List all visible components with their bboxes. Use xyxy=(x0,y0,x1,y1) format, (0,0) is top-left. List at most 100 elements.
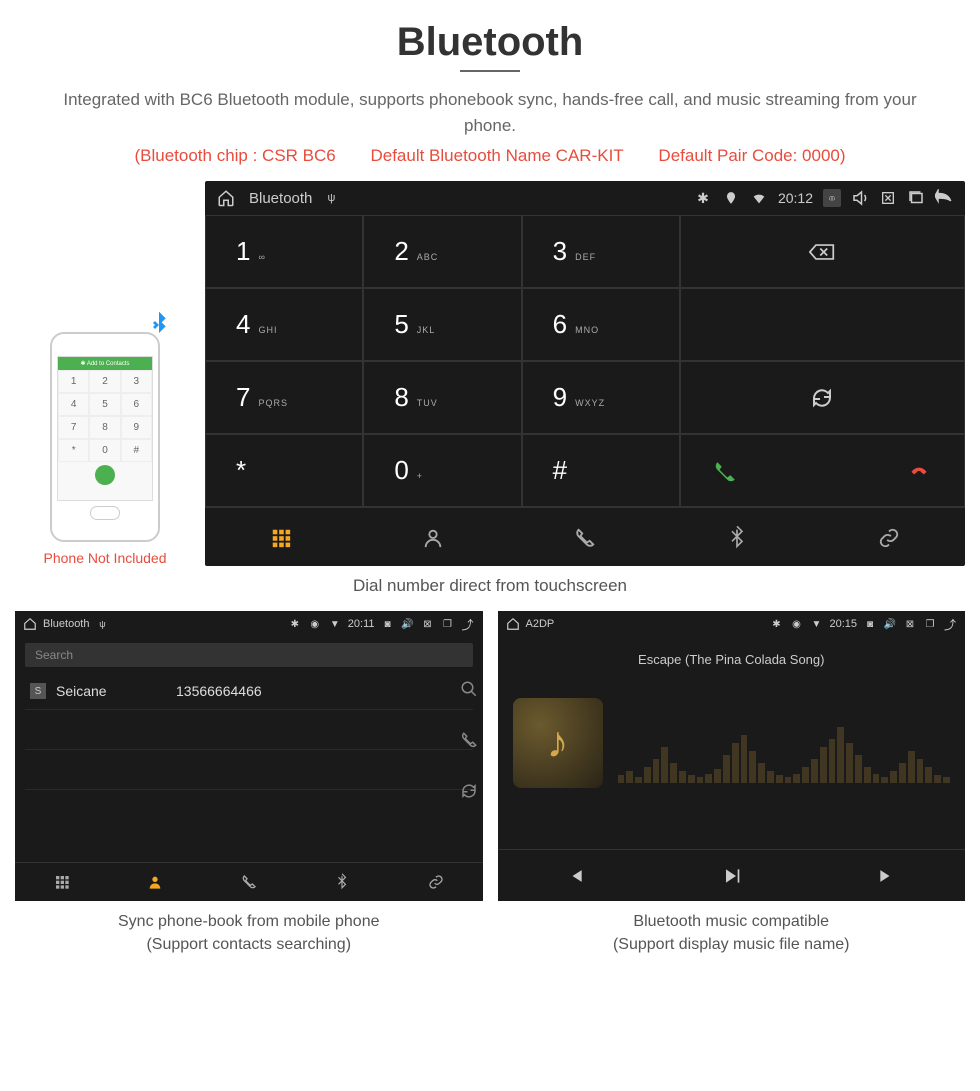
volume-icon[interactable]: 🔊 xyxy=(883,617,897,631)
contacts-bottom-tabs xyxy=(15,862,483,901)
phone-key: 1 xyxy=(58,370,89,393)
contact-list-item[interactable]: S Seicane 13566664466 xyxy=(25,673,473,710)
phone-key: 3 xyxy=(121,370,152,393)
music-caption: Bluetooth music compatible (Support disp… xyxy=(498,901,966,961)
phone-home-button xyxy=(90,506,120,520)
dialer-key-#[interactable]: # xyxy=(522,434,680,507)
windows-icon[interactable]: ❐ xyxy=(923,617,937,631)
contact-badge: S xyxy=(30,683,46,699)
sync-icon[interactable] xyxy=(460,780,478,801)
windows-icon[interactable]: ❐ xyxy=(441,617,455,631)
location-icon: ◉ xyxy=(789,617,803,631)
dialer-key-0[interactable]: 0+ xyxy=(363,434,521,507)
phone-key: 2 xyxy=(89,370,120,393)
camera-icon[interactable]: ◙ xyxy=(381,617,395,631)
dialer-key-3[interactable]: 3DEF xyxy=(522,215,680,288)
dialer-bottom-tabs xyxy=(205,507,965,566)
camera-icon[interactable]: ◙ xyxy=(863,617,877,631)
close-icon[interactable]: ⊠ xyxy=(903,617,917,631)
phone-mockup: ✱ Add to Contacts 123456789*0# xyxy=(50,332,160,542)
search-icon[interactable] xyxy=(460,678,478,699)
tab-keypad[interactable] xyxy=(15,863,109,901)
backspace-button[interactable] xyxy=(680,215,965,288)
windows-icon[interactable] xyxy=(907,189,925,207)
redial-button[interactable] xyxy=(680,361,965,434)
dialer-key-8[interactable]: 8TUV xyxy=(363,361,521,434)
statusbar-time: 20:11 xyxy=(348,618,375,630)
prev-button[interactable] xyxy=(498,850,654,901)
camera-icon[interactable] xyxy=(823,189,841,207)
dialer-key-6[interactable]: 6MNO xyxy=(522,288,680,361)
tab-keypad[interactable] xyxy=(205,508,357,566)
dialer-key-1[interactable]: 1∞ xyxy=(205,215,363,288)
phone-key: 5 xyxy=(89,393,120,416)
dialer-key-5[interactable]: 5JKL xyxy=(363,288,521,361)
contacts-statusbar: Bluetooth ψ ✱ ◉ ▼ 20:11 ◙ 🔊 ⊠ ❐ ⤴ xyxy=(15,611,483,637)
wifi-icon: ▼ xyxy=(809,617,823,631)
contact-list-item xyxy=(25,710,473,750)
dialer-screen: Bluetooth ψ ✱ 20:12 1∞2ABC3DEF4GHI5JKL6M… xyxy=(205,181,965,566)
album-art-icon: ♪ xyxy=(513,698,603,788)
empty-cell xyxy=(680,288,965,361)
close-icon[interactable]: ⊠ xyxy=(421,617,435,631)
phone-key: # xyxy=(121,439,152,462)
specs-row: (Bluetooth chip : CSR BC6 Default Blueto… xyxy=(0,138,980,181)
phone-caption: Phone Not Included xyxy=(15,550,195,566)
tab-pair[interactable] xyxy=(389,863,483,901)
spec-code: Default Pair Code: 0000) xyxy=(658,146,845,165)
call-button[interactable] xyxy=(712,455,738,487)
dialer-key-7[interactable]: 7PQRS xyxy=(205,361,363,434)
music-screen: A2DP ✱ ◉ ▼ 20:15 ◙ 🔊 ⊠ ❐ ⤴ Escape (The P… xyxy=(498,611,966,901)
dialer-key-4[interactable]: 4GHI xyxy=(205,288,363,361)
music-statusbar: A2DP ✱ ◉ ▼ 20:15 ◙ 🔊 ⊠ ❐ ⤴ xyxy=(498,611,966,637)
home-icon[interactable] xyxy=(23,617,37,631)
play-pause-button[interactable] xyxy=(653,850,809,901)
home-icon[interactable] xyxy=(217,189,235,207)
contact-number: 13566664466 xyxy=(176,683,262,699)
bluetooth-icon: ✱ xyxy=(694,189,712,207)
next-button[interactable] xyxy=(809,850,965,901)
tab-bluetooth[interactable] xyxy=(296,863,390,901)
dialer-key-2[interactable]: 2ABC xyxy=(363,215,521,288)
phone-key: * xyxy=(58,439,89,462)
title-divider xyxy=(460,70,520,72)
volume-icon[interactable]: 🔊 xyxy=(401,617,415,631)
hangup-button[interactable] xyxy=(905,457,933,485)
tab-contacts[interactable] xyxy=(357,508,509,566)
call-controls xyxy=(680,434,965,507)
spec-chip: (Bluetooth chip : CSR BC6 xyxy=(134,146,335,165)
statusbar-time: 20:15 xyxy=(829,618,857,630)
tab-history[interactable] xyxy=(509,508,661,566)
phone-call-button-icon xyxy=(95,465,115,485)
tab-contacts[interactable] xyxy=(109,863,203,901)
contacts-screen: Bluetooth ψ ✱ ◉ ▼ 20:11 ◙ 🔊 ⊠ ❐ ⤴ Search… xyxy=(15,611,483,901)
tab-pair[interactable] xyxy=(813,508,965,566)
call-icon[interactable] xyxy=(460,729,478,750)
description-text: Integrated with BC6 Bluetooth module, su… xyxy=(0,87,980,138)
dialer-key-*[interactable]: * xyxy=(205,434,363,507)
phone-key: 7 xyxy=(58,416,89,439)
spec-name: Default Bluetooth Name CAR-KIT xyxy=(370,146,623,165)
phone-screen-header: ✱ Add to Contacts xyxy=(58,357,152,370)
dialer-key-9[interactable]: 9WXYZ xyxy=(522,361,680,434)
search-input[interactable]: Search xyxy=(25,643,473,667)
phone-key: 4 xyxy=(58,393,89,416)
phone-key: 6 xyxy=(121,393,152,416)
back-icon[interactable]: ⤴ xyxy=(461,617,475,631)
phone-key: 0 xyxy=(89,439,120,462)
home-icon[interactable] xyxy=(506,617,520,631)
back-icon[interactable]: ⤴ xyxy=(943,617,957,631)
back-icon[interactable] xyxy=(935,189,953,207)
phone-illustration-column: ✱ Add to Contacts 123456789*0# Phone Not… xyxy=(15,332,195,566)
statusbar-time: 20:12 xyxy=(778,190,813,206)
volume-icon[interactable] xyxy=(851,189,869,207)
location-icon xyxy=(722,189,740,207)
usb-icon: ψ xyxy=(322,189,340,207)
tab-bluetooth[interactable] xyxy=(661,508,813,566)
music-controls xyxy=(498,849,966,901)
statusbar-title: A2DP xyxy=(526,618,555,630)
contacts-caption: Sync phone-book from mobile phone (Suppo… xyxy=(15,901,483,961)
close-icon[interactable] xyxy=(879,189,897,207)
tab-history[interactable] xyxy=(202,863,296,901)
phone-key: 9 xyxy=(121,416,152,439)
